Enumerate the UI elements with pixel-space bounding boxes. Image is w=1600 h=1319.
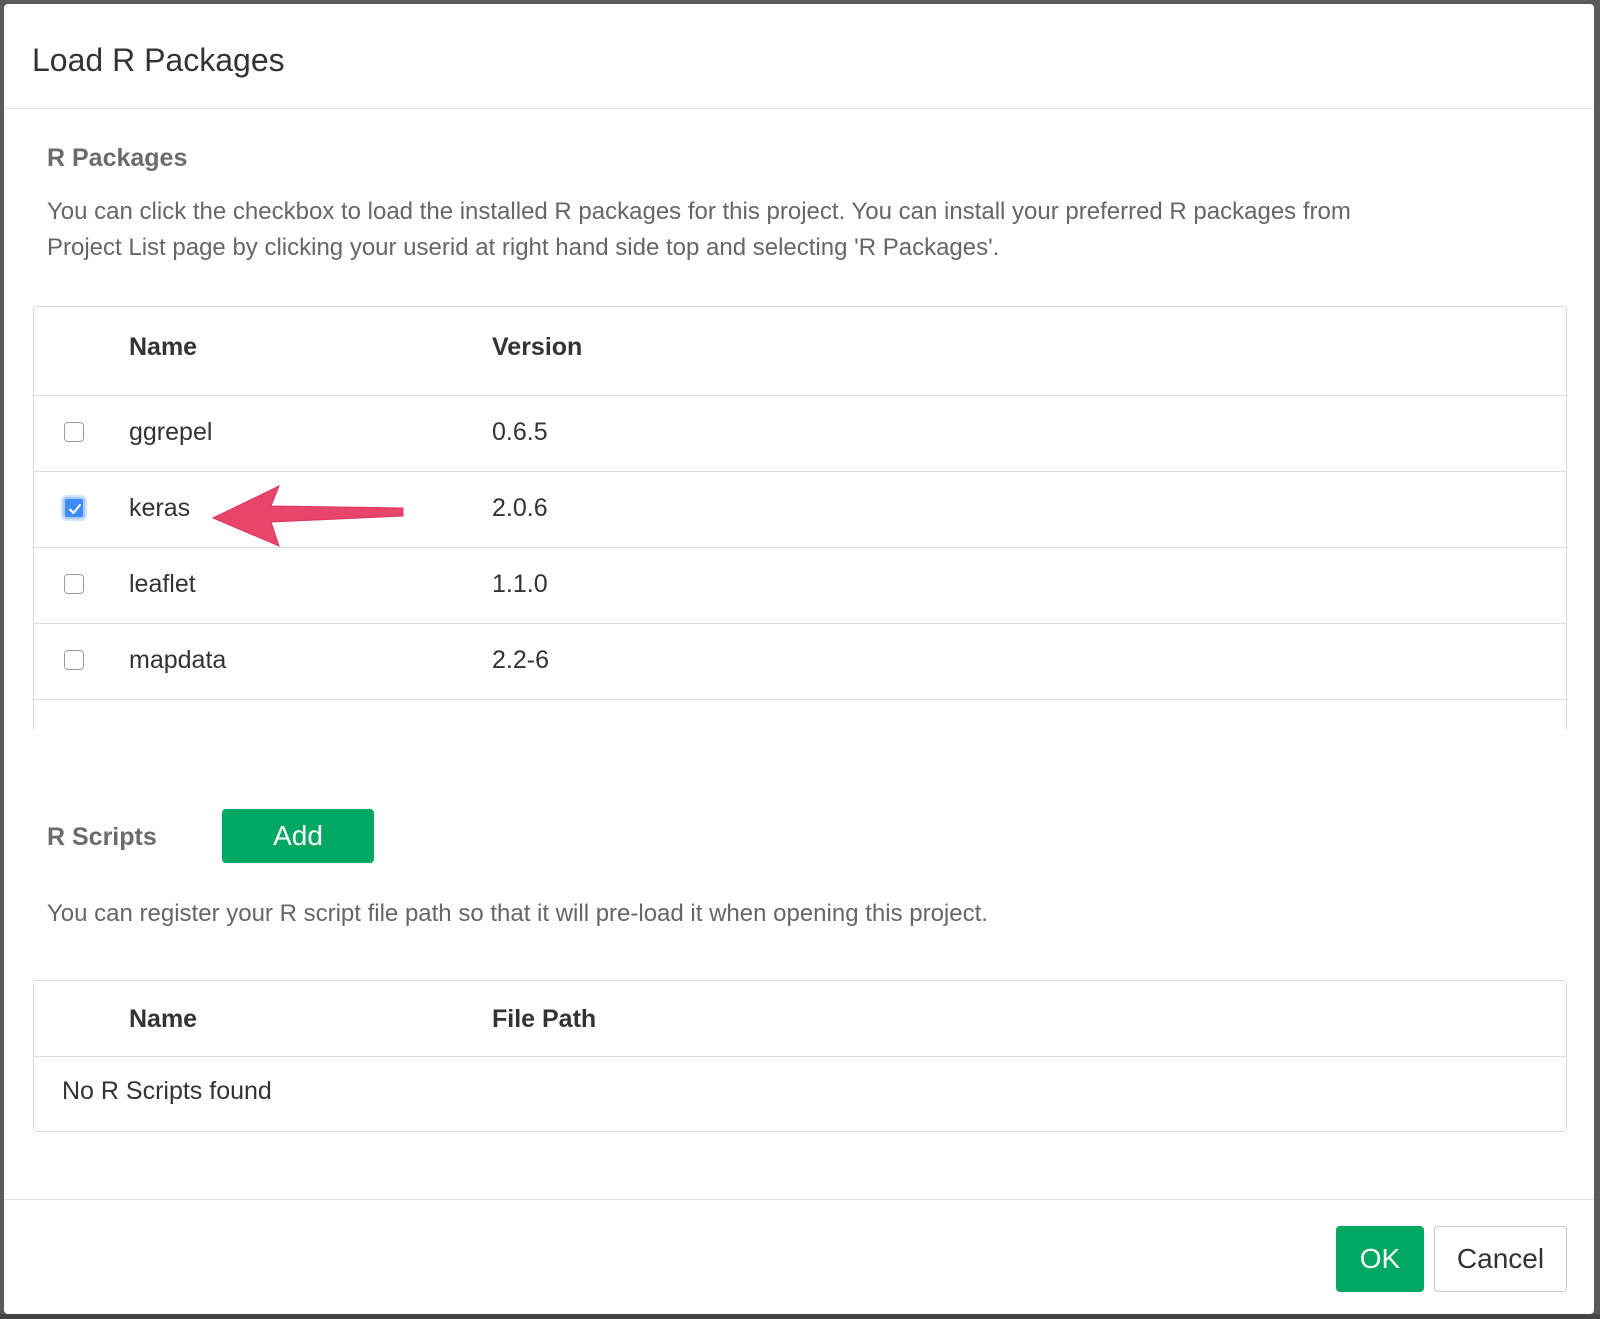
background-strip [0, 1314, 1600, 1319]
scripts-empty-row: No R Scripts found [34, 1057, 1566, 1119]
scripts-section-title: R Scripts [47, 823, 157, 851]
packages-description-line-1: You can click the checkbox to load the i… [47, 198, 1351, 225]
package-name: leaflet [129, 570, 196, 598]
table-row: mapdata 2.2-6 [34, 624, 1566, 700]
ok-button[interactable]: OK [1336, 1226, 1424, 1292]
package-version: 1.1.0 [492, 570, 548, 598]
package-checkbox-leaflet[interactable] [64, 574, 84, 594]
package-checkbox-keras[interactable] [63, 497, 85, 519]
scripts-description: You can register your R script file path… [47, 900, 988, 927]
footer-divider [4, 1199, 1594, 1200]
column-header-file-path: File Path [492, 1005, 597, 1033]
package-name: ggrepel [129, 418, 213, 446]
package-name: keras [129, 494, 191, 522]
package-version: 2.0.6 [492, 494, 548, 522]
column-header-version: Version [492, 333, 583, 361]
package-version: 2.2-6 [492, 646, 549, 674]
column-header-name: Name [129, 1005, 198, 1033]
packages-description: You can click the checkbox to load the i… [47, 194, 1547, 266]
package-version: 0.6.5 [492, 418, 548, 446]
cancel-button[interactable]: Cancel [1434, 1226, 1567, 1292]
dialog-title: Load R Packages [32, 42, 285, 78]
load-r-packages-dialog: Load R Packages R Packages You can click… [4, 4, 1594, 1314]
packages-description-line-2: Project List page by clicking your useri… [47, 234, 1000, 261]
dialog-header: Load R Packages [4, 4, 1594, 109]
column-header-name: Name [129, 333, 198, 361]
package-checkbox-mapdata[interactable] [64, 650, 84, 670]
scripts-table: Name File Path No R Scripts found [33, 980, 1567, 1132]
scripts-table-header: Name File Path [34, 981, 1566, 1057]
package-name: mapdata [129, 646, 227, 674]
packages-table-header: Name Version [34, 307, 1566, 396]
packages-section-title: R Packages [47, 144, 188, 172]
annotation-arrow-icon [211, 484, 404, 547]
no-scripts-message: No R Scripts found [62, 1077, 272, 1105]
table-row: ggrepel 0.6.5 [34, 396, 1566, 472]
table-row: leaflet 1.1.0 [34, 548, 1566, 624]
checkmark-icon [69, 504, 81, 514]
package-checkbox-ggrepel[interactable] [64, 422, 84, 442]
add-script-button[interactable]: Add [222, 809, 374, 863]
